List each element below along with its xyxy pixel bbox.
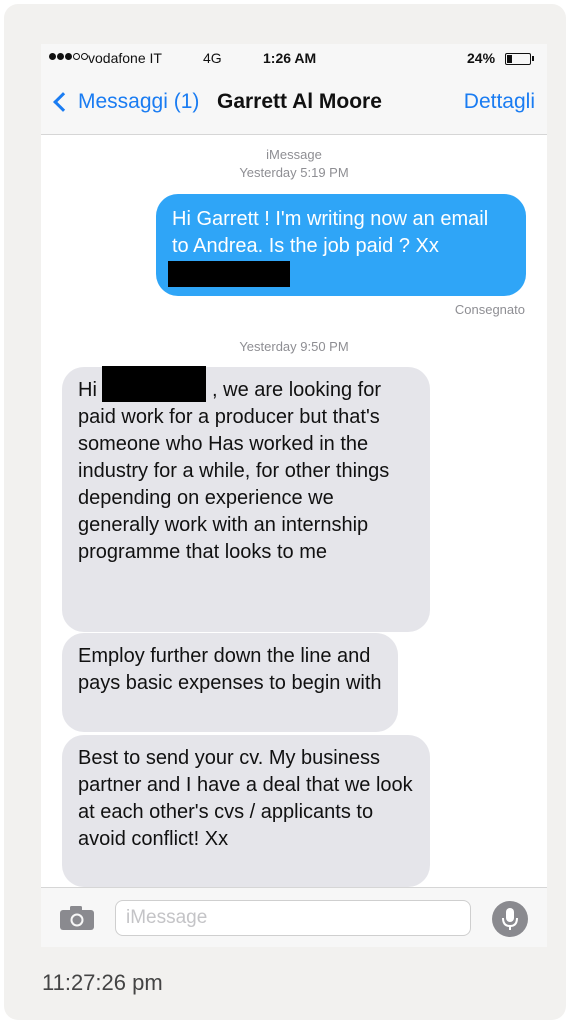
phone-screen: vodafone IT 4G 1:26 AM 24% Messaggi (1) … — [41, 44, 547, 947]
status-bar: vodafone IT 4G 1:26 AM 24% — [41, 44, 547, 72]
screenshot-card: vodafone IT 4G 1:26 AM 24% Messaggi (1) … — [4, 4, 566, 1020]
service-label: iMessage — [266, 147, 322, 162]
battery-percentage: 24% — [467, 50, 496, 66]
message-timestamp: Yesterday 9:50 PM — [239, 339, 349, 354]
incoming-message-bubble[interactable]: Employ further down the line and pays ba… — [62, 633, 398, 732]
microphone-icon[interactable] — [492, 901, 528, 937]
back-label: Messaggi (1) — [78, 90, 200, 113]
camera-icon[interactable] — [60, 906, 94, 930]
battery-tip — [532, 56, 534, 61]
delivery-status: Consegnato — [454, 302, 525, 317]
incoming-message-text: Employ further down the line and pays ba… — [78, 645, 382, 694]
battery-icon — [505, 53, 531, 65]
message-timestamp: Yesterday 5:19 PM — [239, 165, 349, 180]
incoming-message-text: , we are looking for paid work for a pro… — [78, 379, 390, 563]
message-input[interactable] — [115, 900, 471, 936]
back-button[interactable]: Messaggi (1) — [51, 90, 199, 114]
nav-bar: Messaggi (1) Garrett Al Moore Dettagli — [41, 72, 547, 135]
redaction-box — [102, 365, 207, 402]
incoming-message-bubble[interactable]: Hi , we are looking for paid work for a … — [62, 365, 430, 632]
network-type: 4G — [203, 50, 222, 66]
screenshot-timestamp: 11:27:26 pm — [42, 970, 163, 995]
details-button[interactable]: Dettagli — [464, 90, 535, 114]
contact-name: Garrett Al Moore — [217, 90, 382, 113]
incoming-message-prefix: Hi — [78, 379, 97, 401]
carrier-name: vodafone IT — [88, 50, 162, 66]
incoming-message-bubble[interactable]: Best to send your cv. My business partne… — [62, 735, 430, 887]
message-input-bar — [41, 887, 547, 947]
outgoing-message-text: Hi Garrett ! I'm writing now an email to… — [172, 208, 489, 257]
chevron-left-icon — [53, 92, 73, 112]
redaction-box — [168, 260, 290, 287]
signal-strength-icon — [49, 53, 88, 60]
status-time: 1:26 AM — [263, 50, 317, 66]
outgoing-message-bubble[interactable]: Hi Garrett ! I'm writing now an email to… — [156, 194, 526, 296]
incoming-message-text: Best to send your cv. My business partne… — [78, 747, 413, 850]
